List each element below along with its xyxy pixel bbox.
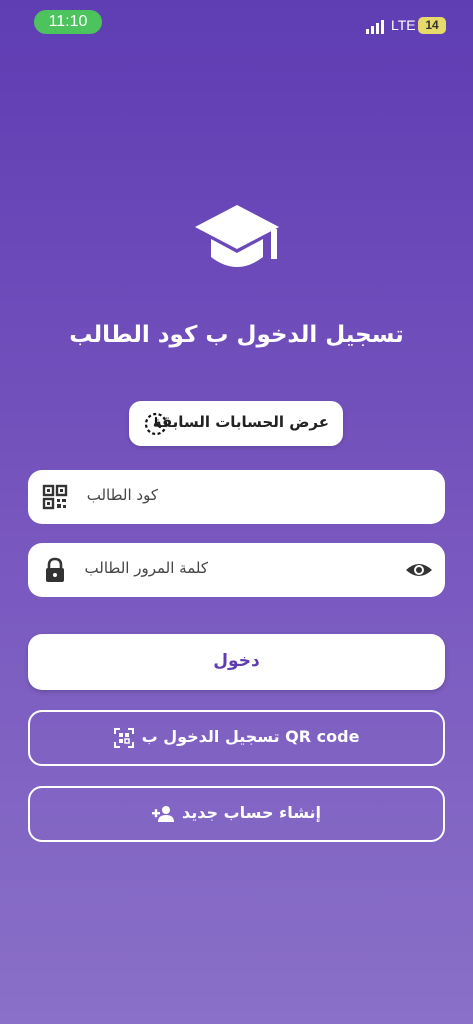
qr-scan-icon [113,727,134,748]
student-code-field[interactable]: كود الطالب [28,470,445,524]
status-time: 11:10 [34,10,102,34]
previous-accounts-button[interactable]: عرض الحسابات السابقة [129,401,343,446]
login-button-label: دخول [213,651,260,671]
create-account-label: إنشاء حساب جديد [181,803,322,822]
add-user-icon [151,805,174,822]
qr-code-icon [42,484,68,510]
network-label: LTE [391,17,416,33]
lock-icon [46,557,64,582]
previous-accounts-label: عرض الحسابات السابقة [152,413,329,431]
login-button[interactable]: دخول [28,634,445,690]
eye-icon[interactable] [405,557,433,583]
password-placeholder: كلمة المرور الطالب [84,559,208,577]
qr-login-label: تسجيل الدخول ب QR code [141,727,360,746]
graduation-cap-icon [195,205,279,267]
student-code-placeholder: كود الطالب [86,486,158,504]
qr-login-button[interactable]: تسجيل الدخول ب QR code [28,710,445,766]
battery-indicator: 14 [418,17,446,34]
signal-icon [366,20,384,34]
page-title: تسجيل الدخول ب كود الطالب [69,322,404,348]
create-account-button[interactable]: إنشاء حساب جديد [28,786,445,842]
password-field[interactable]: كلمة المرور الطالب [28,543,445,597]
